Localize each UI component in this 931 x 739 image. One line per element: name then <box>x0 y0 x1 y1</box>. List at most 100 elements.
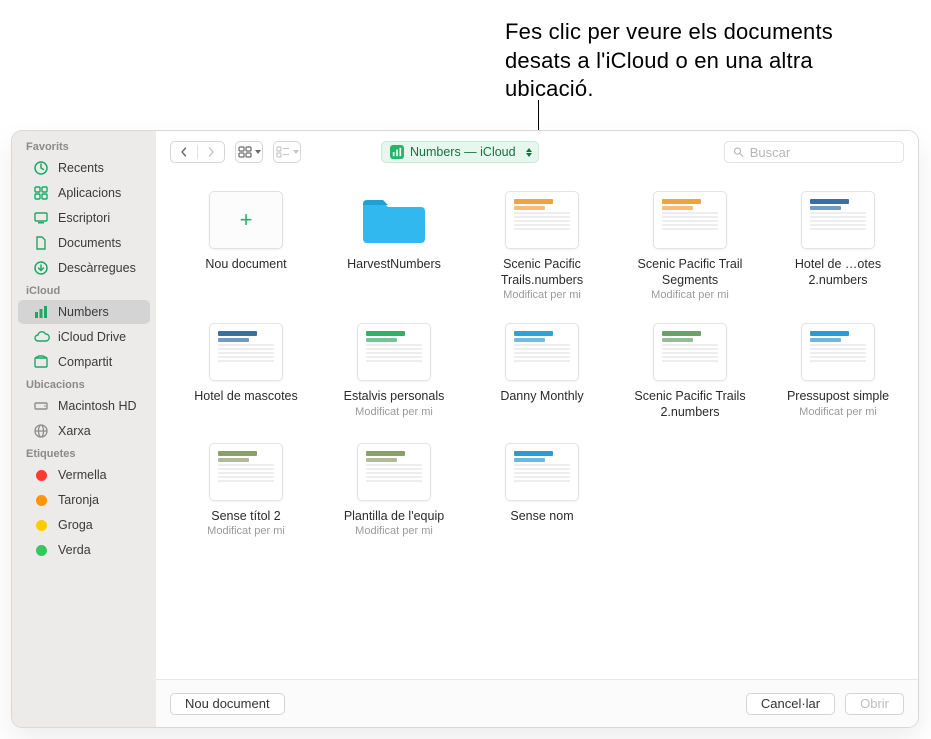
callout-text: Fes clic per veure els documents desats … <box>505 18 905 104</box>
file-thumb <box>209 323 283 381</box>
sidebar-item-compartit[interactable]: Compartit <box>18 350 150 374</box>
file-tile[interactable]: Danny Monthly <box>472 323 612 420</box>
file-thumb <box>801 323 875 381</box>
file-thumb <box>209 443 283 501</box>
tile-title: Estalvis personals <box>344 389 445 405</box>
folder-tile[interactable]: HarvestNumbers <box>324 191 464 301</box>
tag-icon <box>32 541 50 559</box>
network-icon <box>32 422 50 440</box>
shared-icon <box>32 353 50 371</box>
open-button[interactable]: Obrir <box>845 693 904 715</box>
file-thumb <box>505 191 579 249</box>
file-grid-scroll[interactable]: + Nou document HarvestNumbers Scenic Pacifi… <box>156 173 918 679</box>
sidebar-item-taronja[interactable]: Taronja <box>18 488 150 512</box>
sidebar-item-label: Verda <box>58 543 91 557</box>
new-document-tile[interactable]: + Nou document <box>176 191 316 301</box>
cancel-button[interactable]: Cancel·lar <box>746 693 835 715</box>
dialog-footer: Nou document Cancel·lar Obrir <box>156 679 918 727</box>
main-area: Numbers — iCloud + Nou document HarvestNum… <box>156 131 918 727</box>
tile-subtitle: Modificat per mi <box>207 525 285 537</box>
sidebar-item-vermella[interactable]: Vermella <box>18 463 150 487</box>
download-icon <box>32 259 50 277</box>
sidebar-item-label: Aplicacions <box>58 186 121 200</box>
sidebar-item-verda[interactable]: Verda <box>18 538 150 562</box>
sidebar-item-label: Macintosh HD <box>58 399 137 413</box>
file-thumb <box>505 323 579 381</box>
view-mode-dropdown[interactable] <box>235 141 263 163</box>
sidebar-item-documents[interactable]: Documents <box>18 231 150 255</box>
sidebar-item-escriptori[interactable]: Escriptori <box>18 206 150 230</box>
sidebar-item-numbers[interactable]: Numbers <box>18 300 150 324</box>
tile-subtitle: Modificat per mi <box>799 406 877 418</box>
plus-icon: + <box>240 207 253 233</box>
sidebar-section-title: Favorits <box>12 137 156 155</box>
tile-title: Danny Monthly <box>500 389 583 405</box>
file-grid: + Nou document HarvestNumbers Scenic Pacifi… <box>176 191 908 537</box>
sidebar-item-label: Xarxa <box>58 424 91 438</box>
tile-title: Hotel de mascotes <box>194 389 298 405</box>
dialog-body: Favorits Recents Aplicacions Escriptori Docu… <box>12 131 918 727</box>
numbers-app-icon <box>390 145 404 159</box>
icon-view-icon <box>236 142 262 162</box>
search-input[interactable] <box>750 145 895 160</box>
tile-subtitle: Modificat per mi <box>503 289 581 301</box>
back-button[interactable] <box>171 142 197 162</box>
file-tile[interactable]: Sense nom <box>472 443 612 538</box>
tile-title: Nou document <box>205 257 286 273</box>
new-document-thumb: + <box>209 191 283 249</box>
sidebar: Favorits Recents Aplicacions Escriptori Docu… <box>12 131 156 727</box>
open-dialog-window: Favorits Recents Aplicacions Escriptori Docu… <box>12 131 918 727</box>
new-document-button[interactable]: Nou document <box>170 693 285 715</box>
sidebar-item-xarxa[interactable]: Xarxa <box>18 419 150 443</box>
file-thumb <box>357 443 431 501</box>
sidebar-item-label: iCloud Drive <box>58 330 126 344</box>
tile-title: HarvestNumbers <box>347 257 441 273</box>
file-thumb <box>653 323 727 381</box>
file-tile[interactable]: Plantilla de l'equipModificat per mi <box>324 443 464 538</box>
group-dropdown[interactable] <box>273 141 301 163</box>
search-field[interactable] <box>724 141 904 163</box>
location-label: Numbers — iCloud <box>410 145 516 159</box>
sidebar-section-title: iCloud <box>12 281 156 299</box>
location-dropdown[interactable]: Numbers — iCloud <box>381 141 539 163</box>
file-tile[interactable]: Pressupost simpleModificat per mi <box>768 323 908 420</box>
sidebar-item-label: Documents <box>58 236 121 250</box>
sidebar-item-label: Vermella <box>58 468 107 482</box>
tile-title: Scenic Pacific Trail Segments <box>620 257 760 288</box>
sidebar-item-label: Recents <box>58 161 104 175</box>
sidebar-item-groga[interactable]: Groga <box>18 513 150 537</box>
search-icon <box>733 146 744 158</box>
sidebar-item-descàrregues[interactable]: Descàrregues <box>18 256 150 280</box>
apps-icon <box>32 184 50 202</box>
file-tile[interactable]: Estalvis personalsModificat per mi <box>324 323 464 420</box>
file-tile[interactable]: Hotel de mascotes <box>176 323 316 420</box>
numbers-icon <box>32 303 50 321</box>
tile-title: Pressupost simple <box>787 389 889 405</box>
file-tile[interactable]: Scenic Pacific Trail SegmentsModificat p… <box>620 191 760 301</box>
nav-back-forward <box>170 141 225 163</box>
sidebar-item-label: Groga <box>58 518 93 532</box>
sidebar-item-label: Descàrregues <box>58 261 136 275</box>
tag-icon <box>32 466 50 484</box>
file-thumb <box>801 191 875 249</box>
file-tile[interactable]: Sense títol 2Modificat per mi <box>176 443 316 538</box>
sidebar-item-icloud-drive[interactable]: iCloud Drive <box>18 325 150 349</box>
sidebar-item-label: Compartit <box>58 355 112 369</box>
folder-icon <box>357 191 431 249</box>
sidebar-item-macintosh-hd[interactable]: Macintosh HD <box>18 394 150 418</box>
tile-subtitle: Modificat per mi <box>355 406 433 418</box>
toolbar: Numbers — iCloud <box>156 131 918 173</box>
file-tile[interactable]: Hotel de …otes 2.numbers <box>768 191 908 301</box>
tile-title: Sense títol 2 <box>211 509 281 525</box>
tile-subtitle: Modificat per mi <box>355 525 433 537</box>
file-tile[interactable]: Scenic Pacific Trails.numbersModificat p… <box>472 191 612 301</box>
tile-title: Hotel de …otes 2.numbers <box>768 257 908 288</box>
sidebar-item-recents[interactable]: Recents <box>18 156 150 180</box>
sidebar-item-label: Escriptori <box>58 211 110 225</box>
sidebar-section-title: Ubicacions <box>12 375 156 393</box>
sidebar-item-aplicacions[interactable]: Aplicacions <box>18 181 150 205</box>
file-thumb <box>357 323 431 381</box>
file-tile[interactable]: Scenic Pacific Trails 2.numbers <box>620 323 760 420</box>
forward-button[interactable] <box>198 142 224 162</box>
sidebar-item-label: Taronja <box>58 493 99 507</box>
